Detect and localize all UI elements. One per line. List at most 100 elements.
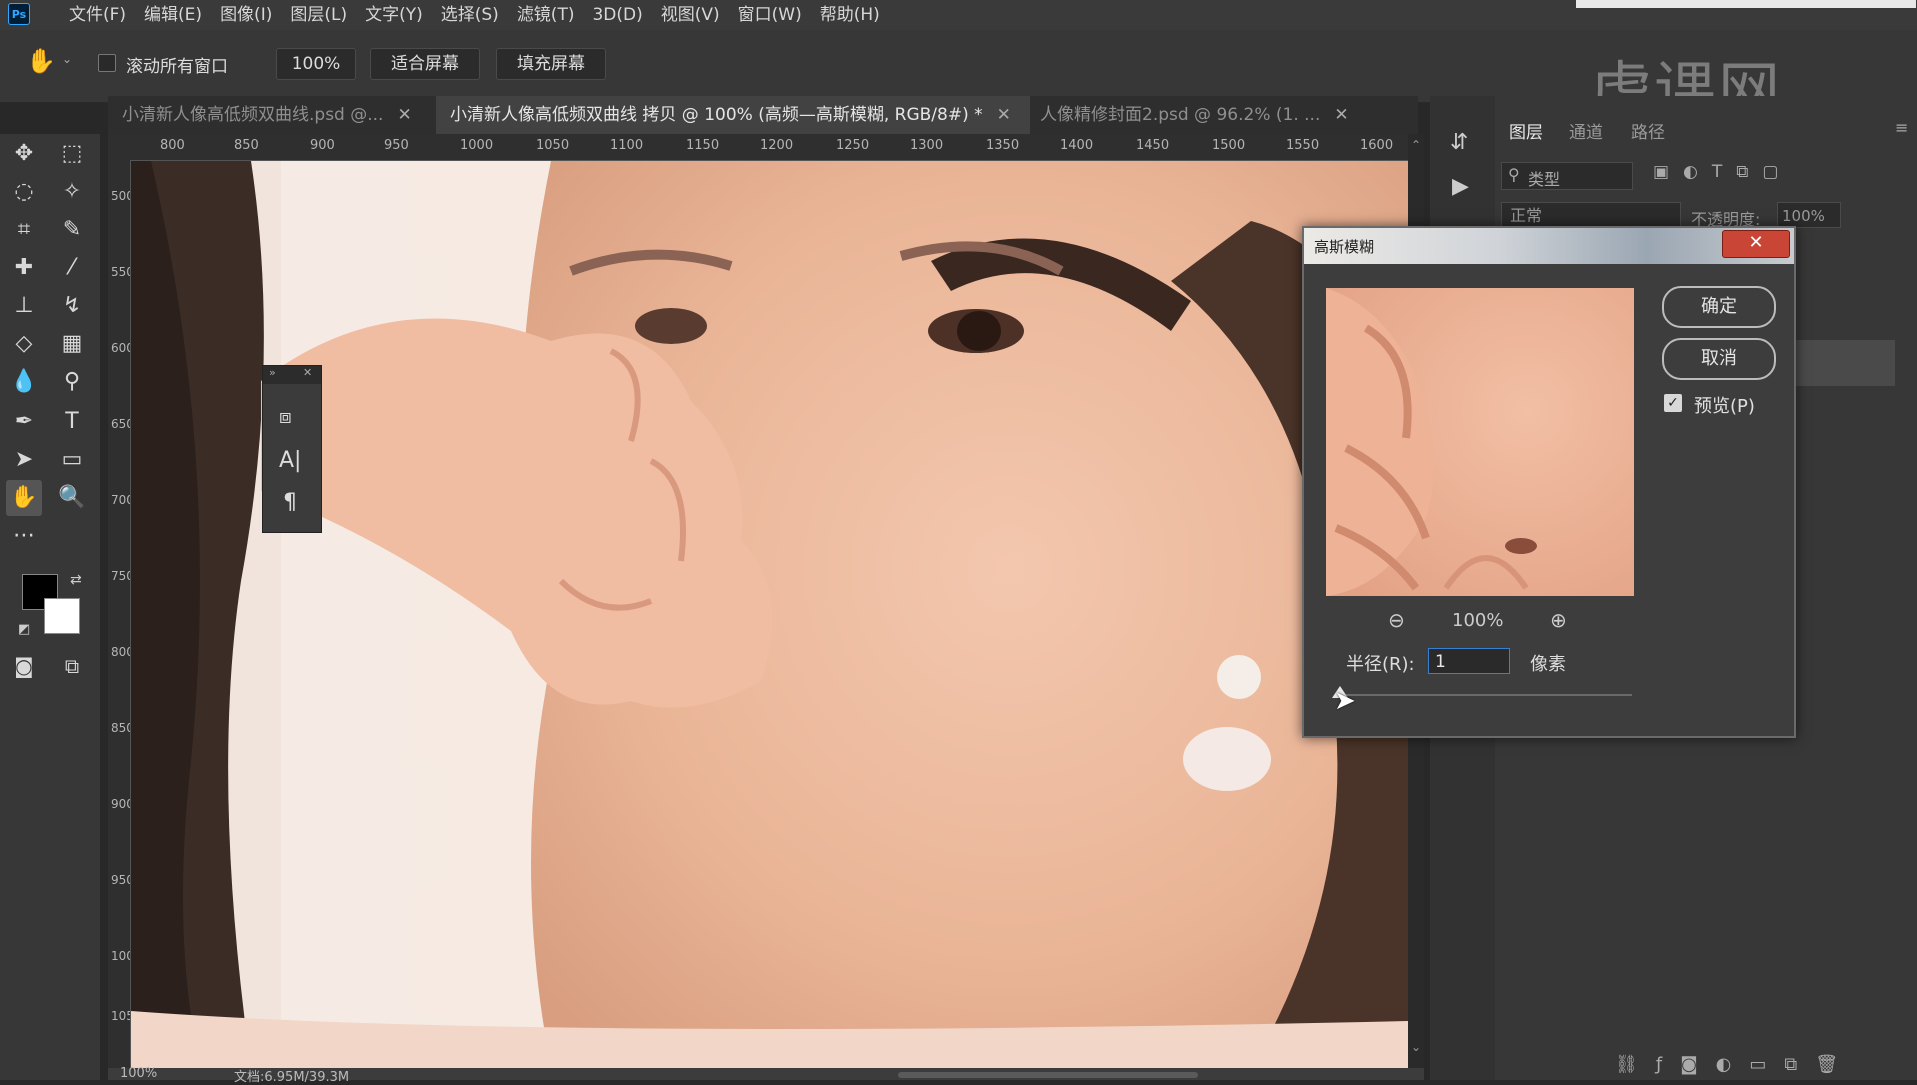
fit-screen-button[interactable]: 适合屏幕 (370, 48, 480, 80)
gradient-tool-icon[interactable]: ▦ (54, 326, 90, 362)
close-icon[interactable]: ✕ (397, 105, 411, 125)
menu-bar: Ps 文件(F) 编辑(E) 图像(I) 图层(L) 文字(Y) 选择(S) 滤… (0, 0, 1917, 30)
blur-tool-icon[interactable]: 💧 (6, 364, 42, 400)
paragraph-icon[interactable]: ¶ (283, 490, 297, 515)
close-icon[interactable]: ✕ (303, 366, 312, 379)
eraser-tool-icon[interactable]: ◇ (6, 326, 42, 362)
opacity-input[interactable]: 100% (1777, 202, 1841, 228)
quick-mask-icon[interactable]: ◙ (6, 648, 42, 684)
cancel-button[interactable]: 取消 (1662, 338, 1776, 380)
scroll-all-windows-label: 滚动所有窗口 (126, 57, 228, 77)
layer-footer-icons[interactable]: ⛓ƒ◙◐▭⧉🗑 (1615, 1054, 1856, 1075)
ruler-tick: 1150 (686, 138, 720, 153)
layer-filter-icons[interactable]: ▣◐T⧉▢ (1653, 162, 1792, 182)
menu-view[interactable]: 视图(V) (652, 0, 729, 30)
ruler-tick: 850 (234, 138, 259, 153)
menu-file[interactable]: 文件(F) (60, 0, 135, 30)
zoom-out-icon[interactable]: ⊖ (1388, 608, 1405, 632)
more-tools-icon[interactable]: ⋯ (6, 518, 42, 554)
crop-tool-icon[interactable]: ⌗ (6, 212, 42, 248)
zoom-in-icon[interactable]: ⊕ (1550, 608, 1567, 632)
window-controls (1576, 0, 1916, 8)
menu-layer[interactable]: 图层(L) (281, 0, 356, 30)
ruler-tick: 1050 (111, 1009, 130, 1023)
menu-select[interactable]: 选择(S) (432, 0, 508, 30)
radius-slider[interactable] (1346, 694, 1632, 696)
blend-mode-select[interactable]: 正常 (1501, 202, 1681, 228)
preview-label: 预览(P) (1694, 396, 1755, 417)
history-brush-icon[interactable]: ↯ (54, 288, 90, 324)
pen-tool-icon[interactable]: ✒ (6, 404, 42, 440)
status-zoom[interactable]: 100% (120, 1066, 157, 1081)
tab-layers[interactable]: 图层 (1509, 118, 1543, 143)
scroll-down-icon[interactable]: ⌄ (1411, 1040, 1421, 1054)
menu-3d[interactable]: 3D(D) (583, 0, 651, 30)
tab-paths[interactable]: 路径 (1631, 118, 1665, 143)
ruler-horizontal: 800 850 900 950 1000 1050 1100 1150 1200… (108, 134, 1408, 161)
ruler-tick: 800 (160, 138, 185, 153)
tab-document-3[interactable]: 人像精修封面2.psd @ 96.2% (1. ... ✕ (1026, 96, 1380, 134)
marquee-tool-icon[interactable]: ⬚ (54, 136, 90, 172)
layer-filter-select[interactable]: ⚲ 类型 (1501, 162, 1633, 190)
ok-button[interactable]: 确定 (1662, 286, 1776, 328)
healing-brush-icon[interactable]: ✚ (6, 250, 42, 286)
zoom-tool-icon[interactable]: 🔍 (54, 480, 90, 516)
lasso-tool-icon[interactable]: ◌ (6, 174, 42, 210)
ruler-tick: 1450 (1136, 138, 1170, 153)
background-color-swatch[interactable] (44, 598, 80, 634)
ruler-tick: 550 (111, 265, 130, 279)
ruler-tick: 900 (310, 138, 335, 153)
path-selection-icon[interactable]: ➤ (6, 442, 42, 478)
tab-channels[interactable]: 通道 (1569, 118, 1603, 143)
scroll-all-windows-checkbox[interactable] (98, 54, 116, 72)
tab-document-2[interactable]: 小清新人像高低频双曲线 拷贝 @ 100% (高频—高斯模糊, RGB/8#) … (436, 96, 1030, 134)
ruler-tick: 1050 (536, 138, 570, 153)
document-tabs: 小清新人像高低频双曲线.psd @... ✕ 小清新人像高低频双曲线 拷贝 @ 1… (108, 96, 1418, 134)
preview-checkbox[interactable]: ✓ (1664, 394, 1682, 412)
eyedropper-icon[interactable]: ✎ (54, 212, 90, 248)
radius-unit-label: 像素 (1530, 654, 1566, 675)
magic-wand-icon[interactable]: ✧ (54, 174, 90, 210)
swap-colors-icon[interactable]: ⇄ (70, 572, 82, 588)
dodge-tool-icon[interactable]: ⚲ (54, 364, 90, 400)
screen-mode-icon[interactable]: ⧉ (54, 648, 90, 684)
default-colors-icon[interactable]: ◩ (18, 622, 30, 637)
ruler-tick: 950 (384, 138, 409, 153)
menu-items: 文件(F) 编辑(E) 图像(I) 图层(L) 文字(Y) 选择(S) 滤镜(T… (60, 0, 889, 30)
document-canvas[interactable] (131, 161, 1408, 1068)
panel-menu-icon[interactable]: ≡ (1895, 118, 1908, 137)
fill-screen-button[interactable]: 填充屏幕 (496, 48, 606, 80)
close-icon[interactable]: ✕ (997, 105, 1011, 125)
close-icon[interactable]: ✕ (1334, 105, 1348, 125)
tab-label: 人像精修封面2.psd @ 96.2% (1. ... (1040, 105, 1321, 125)
menu-type[interactable]: 文字(Y) (356, 0, 432, 30)
blur-preview[interactable] (1326, 288, 1634, 596)
history-icon[interactable]: ⇵ (1450, 130, 1468, 155)
tab-document-1[interactable]: 小清新人像高低频双曲线.psd @... ✕ (108, 96, 440, 134)
scroll-up-icon[interactable]: ⌃ (1411, 138, 1421, 152)
menu-filter[interactable]: 滤镜(T) (508, 0, 584, 30)
radius-input[interactable]: 1 (1428, 648, 1510, 674)
hand-icon[interactable]: ✋ (26, 46, 56, 76)
menu-edit[interactable]: 编辑(E) (135, 0, 211, 30)
horizontal-scrollbar[interactable] (898, 1072, 1198, 1078)
clone-stamp-icon[interactable]: ⊥ (6, 288, 42, 324)
actions-play-icon[interactable]: ▶ (1452, 174, 1469, 199)
brush-tool-icon[interactable]: ⁄ (54, 250, 90, 286)
move-tool-icon[interactable]: ✥ (6, 136, 42, 172)
collapse-icon[interactable]: » (269, 366, 276, 379)
ruler-tick: 1350 (986, 138, 1020, 153)
menu-window[interactable]: 窗口(W) (729, 0, 811, 30)
dialog-titlebar[interactable]: 高斯模糊 ✕ (1304, 228, 1794, 264)
hand-tool-icon[interactable]: ✋ (6, 480, 42, 516)
type-tool-icon[interactable]: T (54, 404, 90, 440)
rectangle-tool-icon[interactable]: ▭ (54, 442, 90, 478)
ruler-tick: 650 (111, 417, 130, 431)
character-icon[interactable]: A| (279, 448, 301, 473)
close-icon[interactable]: ✕ (1722, 230, 1790, 258)
menu-image[interactable]: 图像(I) (211, 0, 281, 30)
chevron-down-icon[interactable]: ⌄ (62, 52, 72, 66)
zoom-100-button[interactable]: 100% (276, 48, 356, 80)
menu-help[interactable]: 帮助(H) (811, 0, 889, 30)
glyphs-icon[interactable]: ⧈ (279, 404, 292, 428)
